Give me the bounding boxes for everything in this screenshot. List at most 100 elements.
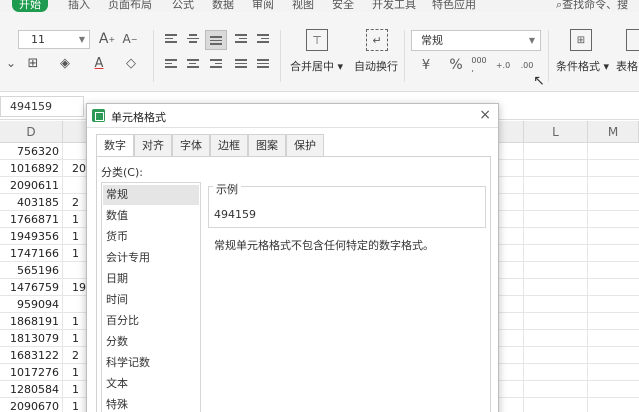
dialog-title-bar[interactable]: 单元格格式 × (87, 104, 498, 128)
fill-color-icon[interactable]: ◈ (54, 54, 76, 72)
cell-d[interactable]: 1949356 (0, 228, 63, 245)
conditional-format-icon[interactable]: ⊞ (570, 29, 592, 51)
tab-number[interactable]: 数字 (96, 134, 134, 157)
category-general[interactable]: 常规 (103, 185, 199, 205)
indent-decrease-icon[interactable] (235, 34, 247, 44)
align-top-icon[interactable] (165, 34, 177, 44)
category-date[interactable]: 日期 (103, 269, 199, 289)
menu-tab-special[interactable]: 特色应用 (432, 0, 476, 12)
cell-e[interactable]: 1 (63, 330, 87, 347)
percent-button[interactable]: % (448, 56, 464, 74)
merge-center-icon[interactable]: ⊤ (306, 29, 328, 51)
cell-d[interactable]: 1766871 (0, 211, 63, 228)
cell-e[interactable]: 1 (63, 398, 87, 412)
cell-d[interactable]: 959094 (0, 296, 63, 313)
conditional-format-button[interactable]: 条件格式 ▾ (556, 58, 609, 74)
category-scientific[interactable]: 科学记数 (103, 353, 199, 373)
indent-increase-icon[interactable] (257, 34, 269, 44)
cell-e[interactable]: 1 (63, 211, 87, 228)
cell-e[interactable]: 1 (63, 228, 87, 245)
command-search[interactable]: ⌕查找命令、搜 (556, 0, 628, 12)
cell-d[interactable]: 756320 (0, 143, 63, 160)
menu-tab-insert[interactable]: 插入 (68, 0, 90, 12)
category-time[interactable]: 时间 (103, 290, 199, 310)
cell-e[interactable]: 1 (63, 364, 87, 381)
align-left-icon[interactable] (165, 59, 177, 69)
category-special[interactable]: 特殊 (103, 395, 199, 412)
align-middle-icon[interactable] (187, 34, 199, 44)
tab-font[interactable]: 字体 (172, 134, 210, 156)
column-header-e[interactable] (63, 121, 87, 143)
cell-d[interactable]: 1016892 (0, 160, 63, 177)
cell-e[interactable] (63, 296, 87, 313)
cell-e[interactable]: 2 (63, 347, 87, 364)
justify-icon[interactable] (235, 59, 247, 69)
close-icon[interactable]: × (479, 107, 491, 123)
cell-e[interactable]: 1 (63, 245, 87, 262)
table-style-icon[interactable] (626, 29, 639, 51)
increase-decimal-icon[interactable]: +.0 (494, 56, 512, 74)
cell-e[interactable]: 19 (63, 279, 87, 296)
tab-border[interactable]: 边框 (210, 134, 248, 156)
menu-tab-home[interactable]: 开始 (12, 0, 48, 12)
cell-d[interactable]: 2090611 (0, 177, 63, 194)
category-fraction[interactable]: 分数 (103, 332, 199, 352)
category-number[interactable]: 数值 (103, 206, 199, 226)
category-accounting[interactable]: 会计专用 (103, 248, 199, 268)
column-header-m[interactable]: M (588, 121, 639, 143)
border-icon[interactable]: ⊞ (22, 54, 44, 72)
table-style-button[interactable]: 表格 (616, 58, 638, 74)
column-header-l[interactable]: L (524, 121, 588, 143)
cell-d[interactable]: 1683122 (0, 347, 63, 364)
cell-d[interactable]: 1280584 (0, 381, 63, 398)
tab-alignment[interactable]: 对齐 (134, 134, 172, 156)
merge-center-button[interactable]: 合并居中 ▾ (290, 58, 343, 74)
border-menu-icon[interactable]: ⌄ (4, 56, 18, 70)
clear-format-icon[interactable]: ◇ (120, 54, 142, 72)
cell-d[interactable]: 1868191 (0, 313, 63, 330)
font-color-icon[interactable]: A (88, 54, 110, 72)
column-header-d[interactable]: D (0, 121, 63, 143)
number-format-select[interactable]: 常规 ▼ (411, 30, 541, 51)
cell-d[interactable]: 1747166 (0, 245, 63, 262)
align-center-icon[interactable] (187, 59, 199, 69)
cell-e[interactable]: 1 (63, 313, 87, 330)
wrap-text-icon[interactable]: ↵ (366, 29, 388, 51)
cell-e[interactable] (63, 143, 87, 160)
name-box[interactable]: 494159 (0, 96, 84, 117)
wrap-text-button[interactable]: 自动换行 (354, 58, 398, 74)
distributed-icon[interactable] (257, 59, 269, 69)
cell-d[interactable]: 2090670 (0, 398, 63, 412)
empty-grid-area[interactable] (499, 143, 639, 412)
menu-tab-security[interactable]: 安全 (332, 0, 354, 12)
tab-pattern[interactable]: 图案 (248, 134, 286, 156)
menu-tab-developer[interactable]: 开发工具 (372, 0, 416, 12)
menu-tab-data[interactable]: 数据 (212, 0, 234, 12)
cell-e[interactable]: 2 (63, 194, 87, 211)
menu-tab-view[interactable]: 视图 (292, 0, 314, 12)
cell-d[interactable]: 1813079 (0, 330, 63, 347)
cell-e[interactable] (63, 177, 87, 194)
cell-d[interactable]: 403185 (0, 194, 63, 211)
shrink-font-button[interactable]: A − (121, 30, 139, 48)
category-text[interactable]: 文本 (103, 374, 199, 394)
category-list[interactable]: 常规 数值 货币 会计专用 日期 时间 百分比 分数 科学记数 文本 特殊 (101, 182, 201, 412)
cell-d[interactable]: 1017276 (0, 364, 63, 381)
grow-font-button[interactable]: A + (98, 30, 116, 48)
category-currency[interactable]: 货币 (103, 227, 199, 247)
thousands-separator-icon[interactable]: 000, (470, 56, 488, 74)
tab-protection[interactable]: 保护 (286, 134, 324, 156)
menu-tab-page-layout[interactable]: 页面布局 (108, 0, 152, 12)
column-header-k[interactable] (499, 121, 524, 143)
menu-tab-review[interactable]: 审阅 (252, 0, 274, 12)
align-right-icon[interactable] (210, 59, 222, 69)
cell-e[interactable] (63, 262, 87, 279)
font-size-select[interactable]: 11 ▼ (18, 30, 90, 49)
category-percentage[interactable]: 百分比 (103, 311, 199, 331)
cell-e[interactable]: 1 (63, 381, 87, 398)
currency-icon[interactable]: ¥ (418, 57, 434, 73)
menu-tab-formulas[interactable]: 公式 (172, 0, 194, 12)
cell-d[interactable]: 565196 (0, 262, 63, 279)
cell-d[interactable]: 1476759 (0, 279, 63, 296)
cell-e[interactable]: 20 (63, 160, 87, 177)
